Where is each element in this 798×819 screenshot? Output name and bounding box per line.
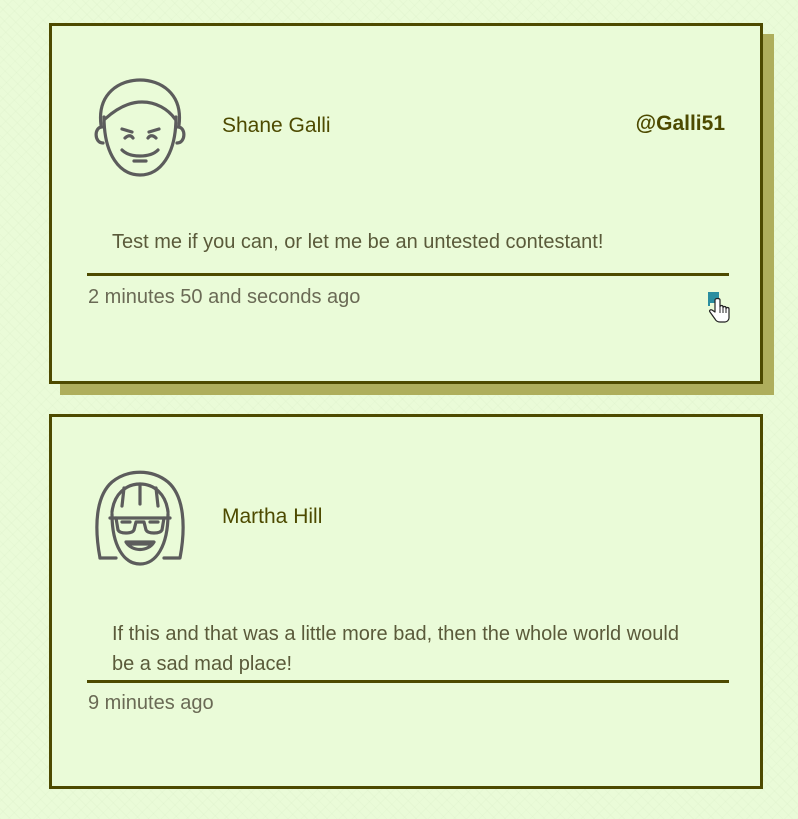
comment-text: If this and that was a little more bad, … <box>112 623 679 675</box>
divider <box>87 273 729 276</box>
comment-timestamp: 2 minutes 50 and seconds ago <box>88 286 361 308</box>
girl-sunglasses-avatar-icon <box>92 466 188 570</box>
commenter-handle[interactable]: @Galli51 <box>636 112 725 136</box>
comment-text: Test me if you can, or let me be an unte… <box>112 231 604 253</box>
comment-card: Martha Hill If this and that was a littl… <box>49 414 763 789</box>
boy-avatar-icon <box>92 75 188 179</box>
comment-card: Shane Galli @Galli51 Test me if you can,… <box>49 23 763 384</box>
commenter-name: Martha Hill <box>222 505 323 528</box>
comment-timestamp: 9 minutes ago <box>88 692 214 714</box>
divider <box>87 680 729 683</box>
flag-icon[interactable] <box>707 288 733 324</box>
commenter-name: Shane Galli <box>222 114 331 137</box>
